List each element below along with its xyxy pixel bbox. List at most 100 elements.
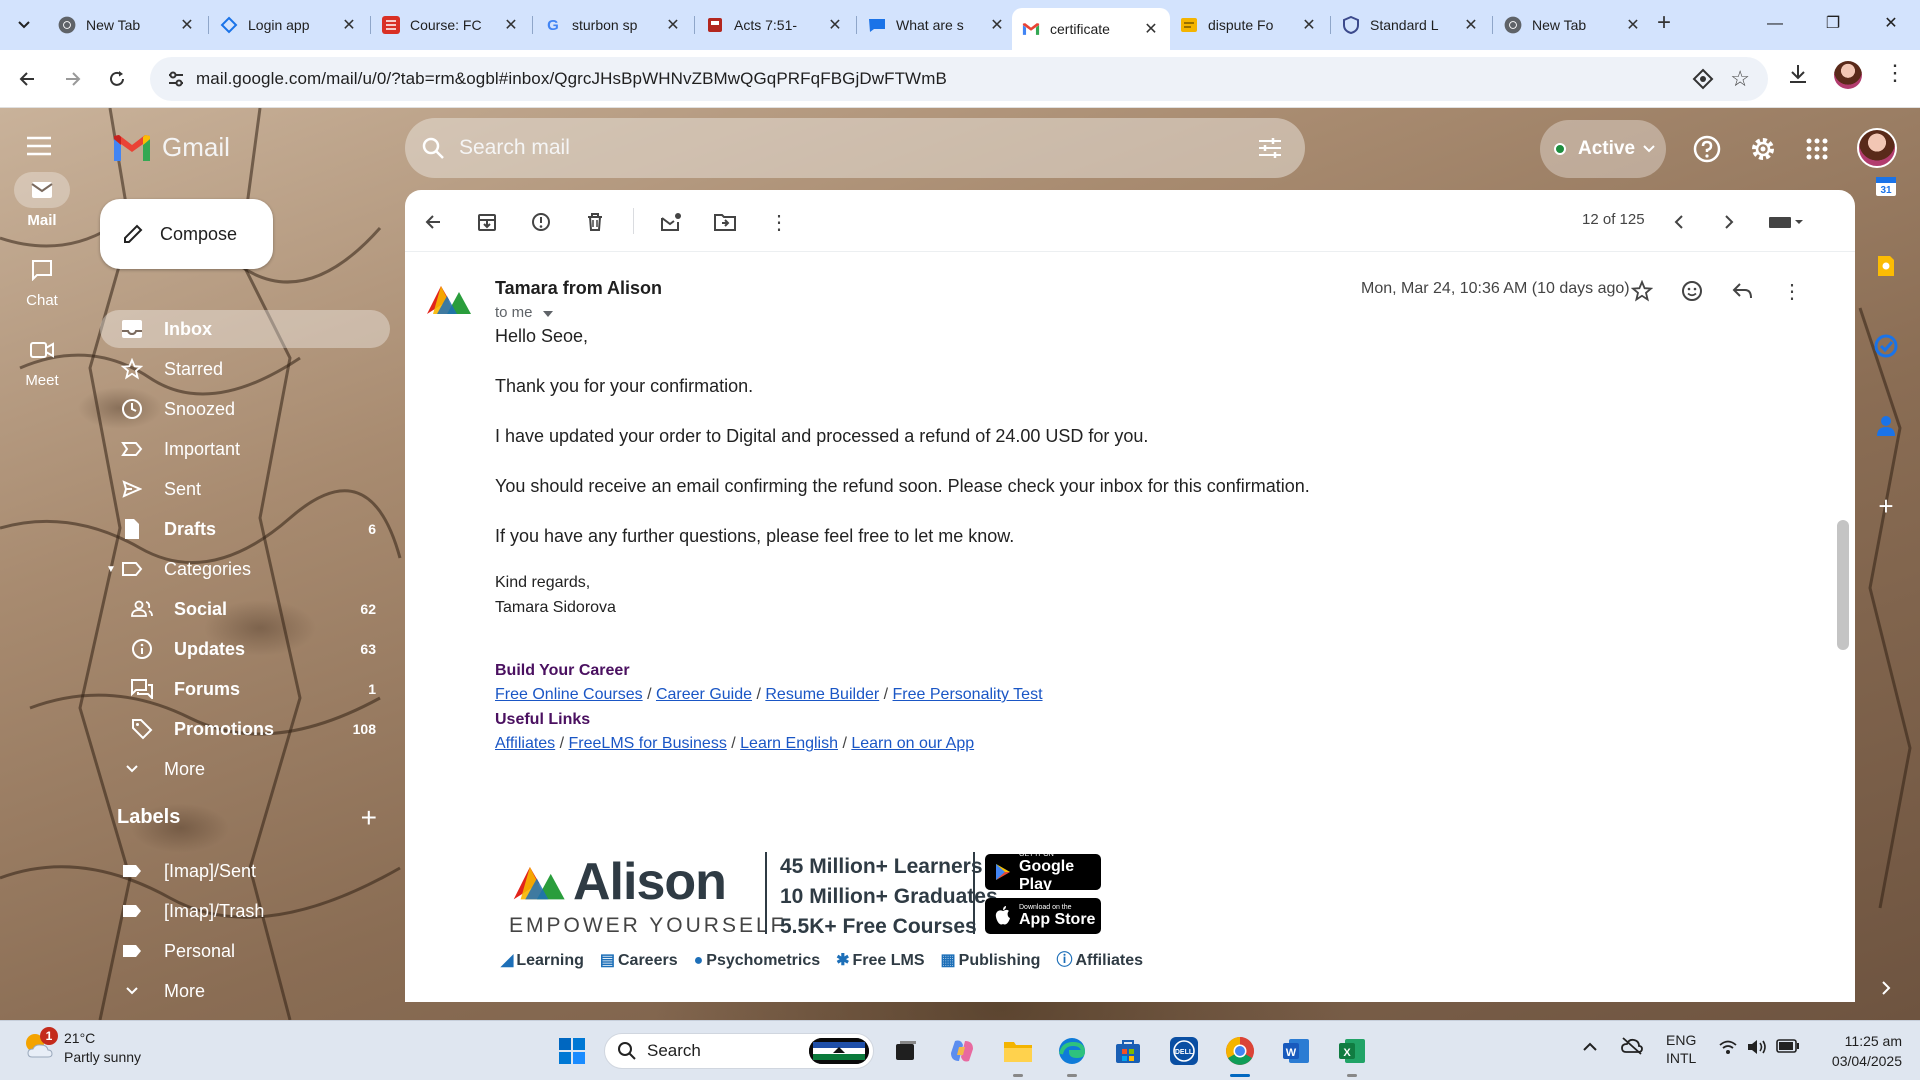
settings-button[interactable] [1746, 132, 1780, 166]
volume-status[interactable] [1746, 1038, 1768, 1059]
contacts-app[interactable] [1872, 412, 1900, 440]
search-options-icon[interactable] [1257, 136, 1283, 160]
weather-widget[interactable]: 1 21°C Partly sunny [22, 1027, 141, 1067]
nav-item-updates[interactable]: Updates 63 [100, 630, 390, 668]
search-input[interactable]: Search mail [459, 136, 570, 160]
dell-app[interactable]: DELL [1166, 1033, 1202, 1069]
gmail-logo[interactable]: Gmail [112, 132, 230, 163]
label-item[interactable]: More [100, 972, 390, 1010]
browser-tab[interactable]: New Tab ✕ [1494, 8, 1652, 42]
compose-button[interactable]: Compose [100, 199, 273, 269]
calendar-app[interactable]: 31 [1872, 172, 1900, 200]
message-more-button[interactable]: ⋮ [1777, 276, 1807, 306]
emoji-reaction-button[interactable] [1677, 276, 1707, 306]
close-tab-icon[interactable]: ✕ [340, 15, 358, 35]
rail-chat[interactable]: Chat [14, 252, 70, 309]
google-play-button[interactable]: GET IT ON Google Play [985, 851, 1101, 893]
apps-button[interactable] [1800, 132, 1834, 166]
label-item[interactable]: Personal [100, 932, 390, 970]
nav-item-starred[interactable]: Starred [100, 350, 390, 388]
rail-meet[interactable]: Meet [14, 332, 70, 389]
sender-name[interactable]: Tamara from Alison [495, 278, 662, 299]
close-tab-icon[interactable]: ✕ [1300, 15, 1318, 35]
excel-app[interactable]: X [1334, 1033, 1370, 1077]
browser-tab[interactable]: Course: FC ✕ [372, 8, 530, 42]
nav-item-snoozed[interactable]: Snoozed [100, 390, 390, 428]
nav-item-social[interactable]: Social 62 [100, 590, 390, 628]
scrollbar-thumb[interactable] [1837, 520, 1849, 650]
close-tab-icon[interactable]: ✕ [1142, 19, 1160, 39]
footer-link[interactable]: Learn English [740, 735, 838, 752]
keep-app[interactable] [1872, 252, 1900, 280]
onedrive-status[interactable] [1620, 1037, 1644, 1058]
edge-app[interactable] [1054, 1033, 1090, 1077]
app-store-button[interactable]: Download on the App Store [985, 898, 1101, 934]
download-button[interactable] [1786, 62, 1810, 91]
star-button[interactable] [1627, 276, 1657, 306]
close-tab-icon[interactable]: ✕ [826, 15, 844, 35]
copilot-app[interactable] [944, 1033, 980, 1069]
taskbar-search[interactable]: Search [604, 1033, 874, 1069]
close-tab-icon[interactable]: ✕ [1624, 15, 1642, 35]
restore-button[interactable]: ❐ [1810, 10, 1856, 38]
older-button[interactable] [1715, 208, 1743, 236]
label-item[interactable]: [Imap]/Trash [100, 892, 390, 930]
browser-tab[interactable]: Standard L ✕ [1332, 8, 1490, 42]
nav-item-forums[interactable]: Forums 1 [100, 670, 390, 708]
chrome-app[interactable] [1222, 1033, 1258, 1077]
system-clock[interactable]: 11:25 am 03/04/2025 [1812, 1031, 1902, 1071]
main-menu-button[interactable] [26, 136, 52, 161]
browser-tab[interactable]: What are s ✕ [858, 8, 1016, 42]
show-hidden-icons-button[interactable] [1582, 1039, 1598, 1055]
nav-item-important[interactable]: Important [100, 430, 390, 468]
account-avatar[interactable] [1857, 128, 1897, 168]
footer-link[interactable]: Free Online Courses [495, 686, 643, 703]
input-tools-button[interactable] [1763, 208, 1809, 236]
search-icon[interactable] [421, 136, 445, 160]
recipient-details[interactable]: to me [495, 304, 553, 321]
chrome-menu-button[interactable]: ⋮ [1884, 60, 1906, 86]
hide-side-panel-button[interactable] [1872, 974, 1900, 1002]
word-app[interactable]: W [1278, 1033, 1314, 1069]
nav-item-more[interactable]: More [100, 750, 390, 788]
get-addons-button[interactable]: + [1872, 491, 1900, 521]
address-bar[interactable]: mail.google.com/mail/u/0/?tab=rm&ogbl#in… [150, 57, 1768, 101]
bookmark-star-icon[interactable]: ☆ [1730, 66, 1750, 92]
rail-mail[interactable]: Mail [14, 172, 70, 229]
new-tab-button[interactable]: + [1650, 10, 1678, 38]
store-app[interactable] [1110, 1033, 1146, 1069]
expand-arrow-icon[interactable]: ▼ [106, 564, 116, 575]
site-info-icon[interactable] [166, 69, 186, 89]
nav-item-drafts[interactable]: Drafts 6 [100, 510, 390, 548]
mark-unread-button[interactable] [657, 208, 685, 236]
browser-tab[interactable]: Acts 7:51- ✕ [696, 8, 854, 42]
start-button[interactable] [554, 1033, 590, 1069]
close-tab-icon[interactable]: ✕ [178, 15, 196, 35]
back-to-inbox-button[interactable] [419, 208, 447, 236]
battery-status[interactable] [1776, 1039, 1800, 1056]
footer-link[interactable]: Free Personality Test [893, 686, 1043, 703]
tab-search-button[interactable] [8, 9, 40, 41]
nav-item-promotions[interactable]: Promotions 108 [100, 710, 390, 748]
add-label-button[interactable]: + [361, 802, 377, 834]
browser-tab[interactable]: certificate ✕ [1012, 8, 1170, 50]
forward-button[interactable] [56, 62, 90, 96]
minimize-button[interactable]: — [1752, 10, 1798, 38]
support-button[interactable] [1690, 132, 1724, 166]
nav-item-sent[interactable]: Sent [100, 470, 390, 508]
tasks-app[interactable] [1872, 332, 1900, 360]
search-bar[interactable]: Search mail [405, 118, 1305, 178]
footer-link[interactable]: Learn on our App [851, 735, 974, 752]
close-tab-icon[interactable]: ✕ [988, 15, 1006, 35]
nav-item-categories[interactable]: ▼ Categories [100, 550, 390, 588]
footer-link[interactable]: Career Guide [656, 686, 752, 703]
reload-button[interactable] [100, 62, 134, 96]
close-tab-icon[interactable]: ✕ [502, 15, 520, 35]
browser-tab[interactable]: Login app ✕ [210, 8, 368, 42]
lens-icon[interactable] [1692, 68, 1714, 90]
file-explorer-app[interactable] [1000, 1033, 1036, 1077]
footer-link[interactable]: Affiliates [495, 735, 555, 752]
delete-button[interactable] [581, 208, 609, 236]
archive-button[interactable] [473, 208, 501, 236]
label-item[interactable]: [Imap]/Sent [100, 852, 390, 890]
